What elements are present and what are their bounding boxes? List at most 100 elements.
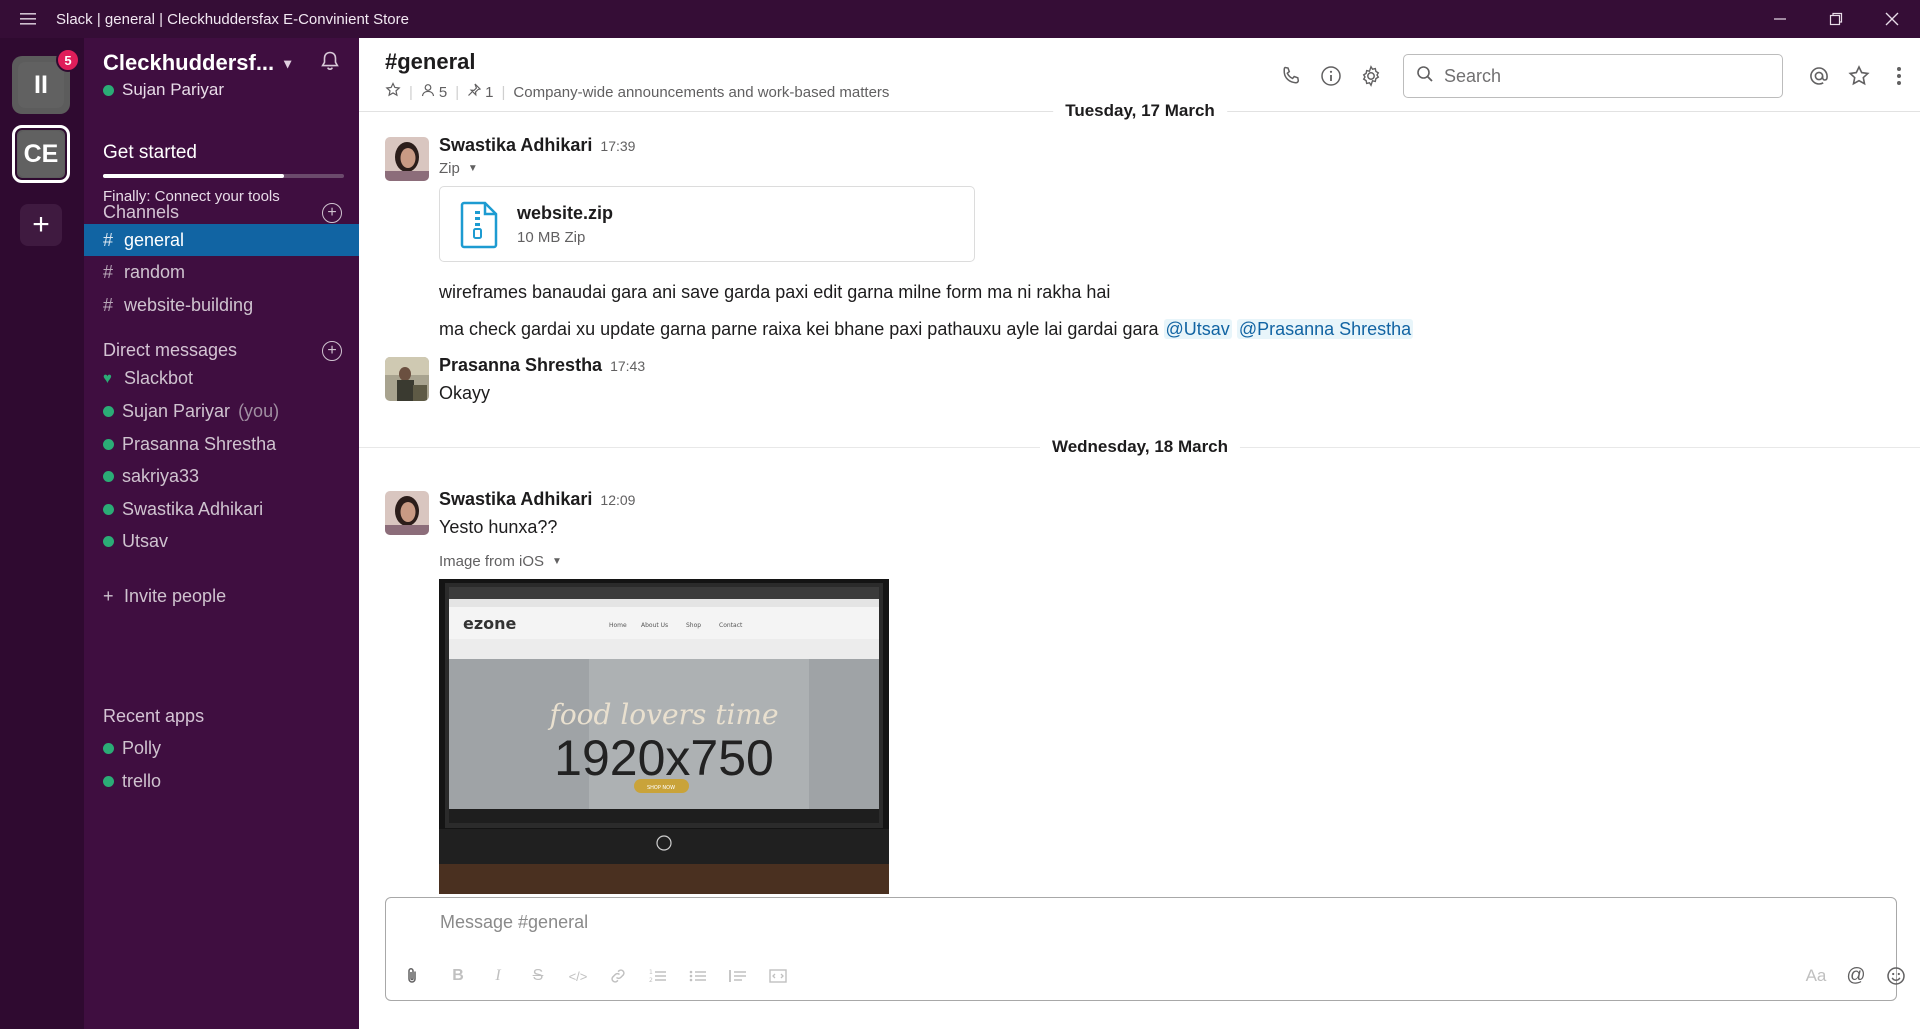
channel-meta: | 5 | 1 | Company-wide announcements and… xyxy=(385,82,889,102)
sidebar-dm-utsav[interactable]: Utsav xyxy=(84,525,359,557)
more-vertical-icon[interactable] xyxy=(1879,60,1919,92)
sidebar-channel-random[interactable]: # random xyxy=(84,256,359,288)
minimize-icon[interactable] xyxy=(1752,0,1808,38)
file-name[interactable]: website.zip xyxy=(517,203,613,224)
bold-icon[interactable]: B xyxy=(444,964,472,988)
hash-icon: # xyxy=(103,294,114,315)
workspace-switcher-ii[interactable]: II 5 xyxy=(12,48,80,114)
unread-badge: 5 xyxy=(56,48,80,72)
info-icon[interactable] xyxy=(1311,60,1351,92)
channel-title[interactable]: #general xyxy=(385,49,476,75)
message-composer[interactable]: Message #general B I S </> 12 Aa @ xyxy=(385,897,1905,1001)
avatar[interactable] xyxy=(385,357,429,401)
pin-count: 1 xyxy=(485,83,494,101)
sidebar-channel-general[interactable]: # general xyxy=(84,224,359,256)
format-toggle-icon[interactable]: Aa xyxy=(1802,964,1830,988)
presence-active-icon xyxy=(103,405,114,417)
code-block-icon[interactable] xyxy=(764,964,792,988)
mention-icon[interactable]: @ xyxy=(1842,964,1870,988)
svg-text:2: 2 xyxy=(649,977,653,984)
add-workspace-button[interactable]: + xyxy=(20,204,62,246)
sidebar-dm-sujan-pariyar[interactable]: Sujan Pariyar (you) xyxy=(84,395,359,427)
photo-headline: food lovers time xyxy=(547,698,778,731)
mentions-icon[interactable] xyxy=(1799,60,1839,92)
date-divider-label[interactable]: Tuesday, 17 March xyxy=(1053,101,1227,121)
mention-utsav[interactable]: @Utsav xyxy=(1163,319,1232,339)
code-icon[interactable]: </> xyxy=(564,964,592,988)
sidebar-dm-swastika-adhikari[interactable]: Swastika Adhikari xyxy=(84,493,359,525)
invite-people-button[interactable]: + Invite people xyxy=(84,580,359,612)
quote-icon[interactable] xyxy=(724,964,752,988)
sidebar-app-polly[interactable]: Polly xyxy=(84,732,359,764)
author-name: Prasanna Shrestha xyxy=(439,355,603,375)
dm-label: Slackbot xyxy=(124,367,194,388)
window-title: Slack | general | Cleckhuddersfax E-Conv… xyxy=(56,10,409,28)
caret-down-icon: ▼ xyxy=(467,163,478,174)
pins-button[interactable]: 1 xyxy=(467,83,494,101)
message-timestamp[interactable]: 17:39 xyxy=(600,138,635,154)
close-icon[interactable] xyxy=(1864,0,1920,38)
italic-icon[interactable]: I xyxy=(484,964,512,988)
members-button[interactable]: 5 xyxy=(421,83,447,101)
restore-icon[interactable] xyxy=(1808,0,1864,38)
star-icon[interactable] xyxy=(385,82,401,102)
presence-active-icon xyxy=(103,470,114,482)
bullet-list-icon[interactable] xyxy=(684,964,712,988)
message-timestamp[interactable]: 17:43 xyxy=(610,358,645,374)
attachment-label-toggle[interactable]: Image from iOS ▼ xyxy=(439,553,562,570)
emoji-icon[interactable] xyxy=(1882,964,1910,988)
search-icon xyxy=(1416,65,1434,88)
sidebar-dm-prasanna-shrestha[interactable]: Prasanna Shrestha xyxy=(84,428,359,460)
file-type-toggle[interactable]: Zip ▼ xyxy=(439,160,478,177)
phone-icon[interactable] xyxy=(1271,60,1311,92)
message-text: ma check gardai xu update garna parne ra… xyxy=(439,319,1159,339)
message-text: Okayy xyxy=(439,383,491,403)
workspace-rail: II 5 CE + xyxy=(0,38,84,1029)
message-author[interactable]: Prasanna Shrestha 17:43 xyxy=(439,355,645,376)
channel-topic[interactable]: Company-wide announcements and work-base… xyxy=(513,84,889,101)
sidebar-dm-sakriya33[interactable]: sakriya33 xyxy=(84,460,359,492)
strike-icon[interactable]: S xyxy=(524,964,552,988)
mention-prasanna-shrestha[interactable]: @Prasanna Shrestha xyxy=(1236,319,1414,339)
add-channel-icon[interactable]: + xyxy=(322,203,342,223)
channel-label: website-building xyxy=(124,294,254,315)
author-name: Swastika Adhikari xyxy=(439,489,593,509)
message-author[interactable]: Swastika Adhikari 17:39 xyxy=(439,135,635,156)
date-divider-label[interactable]: Wednesday, 18 March xyxy=(1039,437,1241,457)
photo-nav-about: About Us xyxy=(641,622,668,629)
bell-icon[interactable] xyxy=(319,50,341,78)
hamburger-icon[interactable] xyxy=(0,0,56,38)
sidebar-dm-slackbot[interactable]: ♥ Slackbot xyxy=(84,362,359,394)
plus-icon: + xyxy=(103,585,114,606)
invite-label: Invite people xyxy=(124,585,227,606)
workspace-name-menu[interactable]: Cleckhuddersf... ▾ xyxy=(103,50,291,76)
avatar[interactable] xyxy=(385,491,429,535)
link-icon[interactable] xyxy=(604,964,632,988)
avatar[interactable] xyxy=(385,137,429,181)
title-bar: Slack | general | Cleckhuddersfax E-Conv… xyxy=(0,0,1920,38)
sidebar-channel-website-building[interactable]: # website-building xyxy=(84,289,359,321)
sidebar-app-trello[interactable]: trello xyxy=(84,765,359,797)
message-author[interactable]: Swastika Adhikari 12:09 xyxy=(439,489,635,510)
current-user[interactable]: Sujan Pariyar xyxy=(103,80,224,100)
add-dm-icon[interactable]: + xyxy=(322,341,342,361)
ordered-list-icon[interactable]: 12 xyxy=(644,964,672,988)
saved-items-star-icon[interactable] xyxy=(1839,60,1879,92)
file-attachment[interactable]: website.zip 10 MB Zip xyxy=(439,186,975,262)
message-timestamp[interactable]: 12:09 xyxy=(600,492,635,508)
direct-messages-header[interactable]: Direct messages xyxy=(103,340,237,361)
get-started-link[interactable]: Get started xyxy=(103,142,197,164)
gear-icon[interactable] xyxy=(1351,60,1391,92)
channel-label: general xyxy=(124,229,185,250)
attach-icon[interactable] xyxy=(398,964,426,988)
channels-header[interactable]: Channels xyxy=(103,202,179,223)
workspace-icon-label: II xyxy=(18,62,64,108)
image-attachment[interactable]: ezone Home About Us Shop Contact food lo… xyxy=(439,579,889,894)
photo-logo-text: ezone xyxy=(463,614,517,633)
search-input[interactable]: Search xyxy=(1403,54,1783,98)
photo-nav-home: Home xyxy=(609,622,627,629)
app-label: Polly xyxy=(122,737,162,758)
workspace-switcher-ce[interactable]: CE xyxy=(12,125,70,183)
dm-label: Utsav xyxy=(122,530,169,551)
attachment-label: Image from iOS xyxy=(439,553,545,570)
